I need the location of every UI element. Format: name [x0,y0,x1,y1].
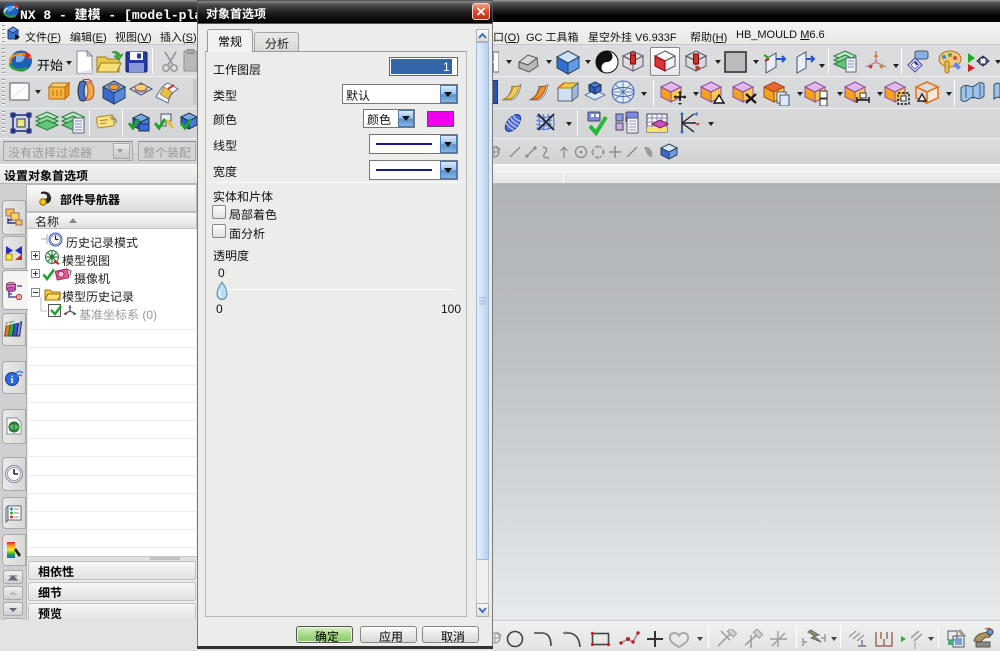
svg-text:i: i [11,375,14,386]
